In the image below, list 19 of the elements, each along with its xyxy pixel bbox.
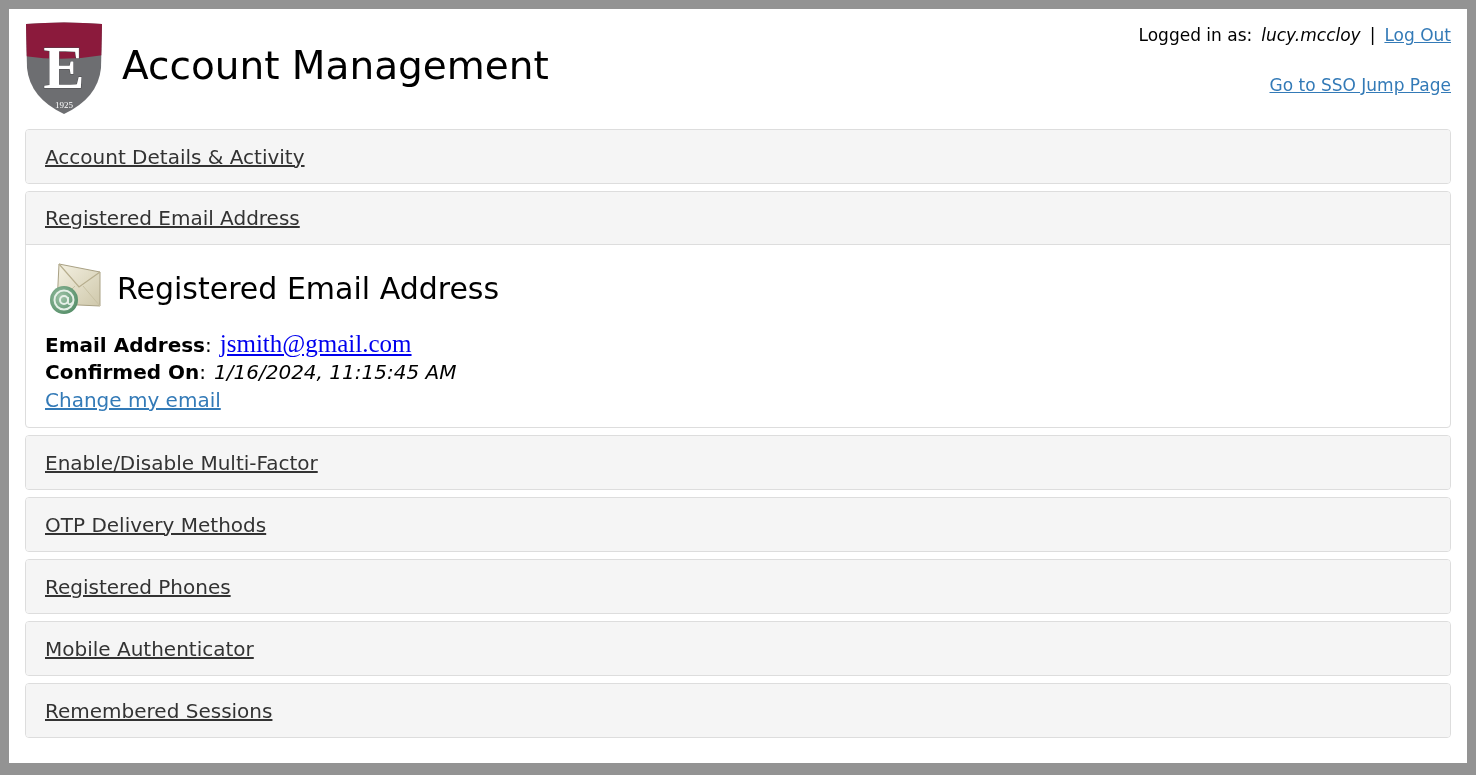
field-label: Confirmed On: <box>45 359 207 386</box>
accordion-header[interactable]: OTP Delivery Methods <box>26 498 1450 551</box>
accordion-header[interactable]: Enable/Disable Multi-Factor <box>26 436 1450 489</box>
logout-link[interactable]: Log Out <box>1384 23 1451 49</box>
separator: | <box>1369 24 1376 47</box>
field-label: Email Address: <box>45 332 212 359</box>
accordion-header[interactable]: Remembered Sessions <box>26 684 1450 737</box>
accordion-header[interactable]: Registered Email Address <box>26 192 1450 245</box>
accordion-header[interactable]: Registered Phones <box>26 560 1450 613</box>
email-link[interactable]: jsmith@gmail.com <box>219 329 412 358</box>
section-heading: Registered Email Address <box>117 269 500 308</box>
username: lucy.mccloy <box>1261 24 1361 47</box>
sso-link[interactable]: Go to SSO Jump Page <box>1269 72 1451 98</box>
field-value: 1/16/2024, 11:15:45 AM <box>214 359 457 386</box>
user-label: Logged in as: <box>1138 24 1253 47</box>
page-title: Account Management <box>122 46 549 85</box>
accordion-header[interactable]: Account Details & Activity <box>26 130 1450 183</box>
change-email-link[interactable]: Change my email <box>45 387 221 414</box>
accordion-header[interactable]: Mobile Authenticator <box>26 622 1450 675</box>
